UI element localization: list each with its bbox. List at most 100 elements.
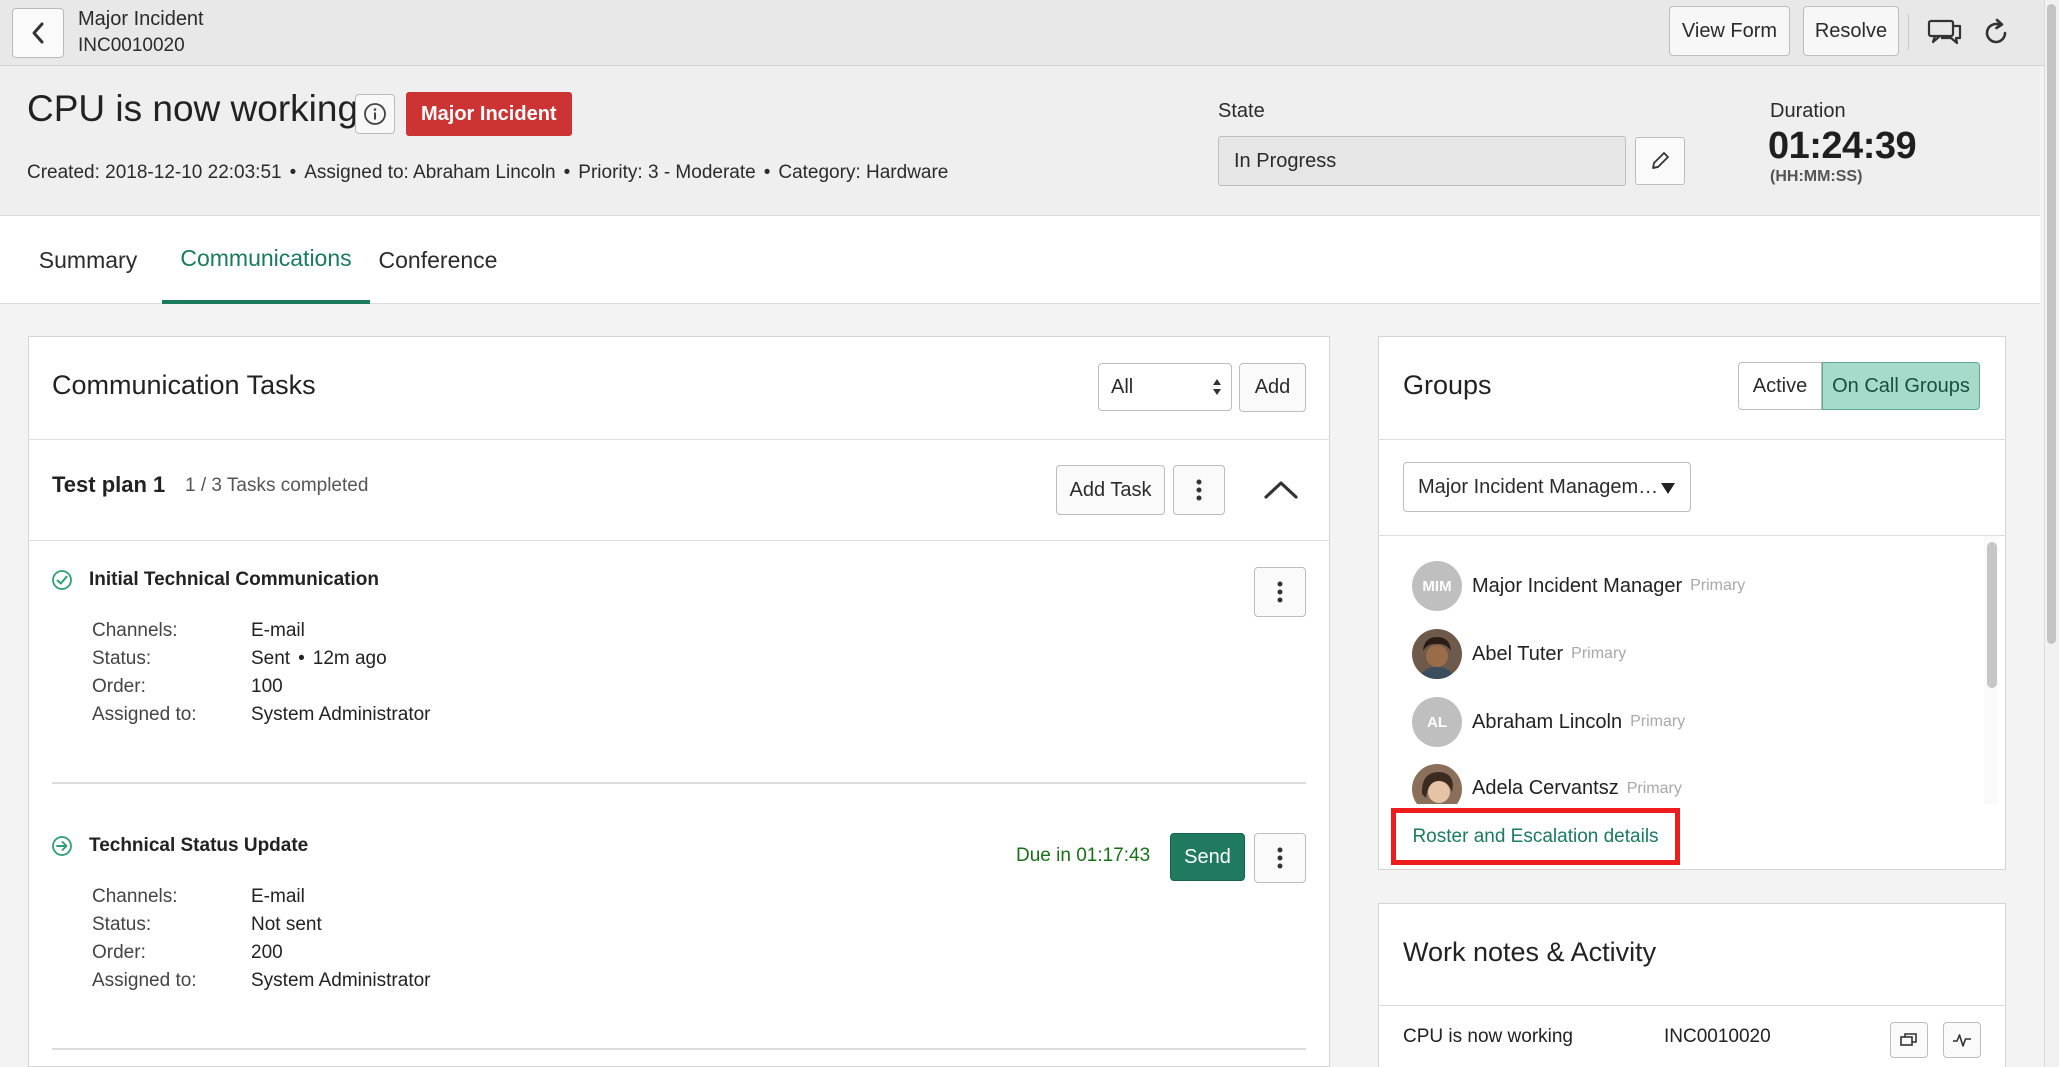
divider (1378, 439, 2006, 440)
state-field: In Progress (1218, 136, 1626, 186)
sort-arrows-icon (1213, 379, 1221, 395)
group-member[interactable]: AL Abraham Lincoln Primary (1412, 696, 1685, 748)
category: Category: Hardware (778, 162, 949, 183)
duration-unit: (HH:MM:SS) (1770, 168, 1863, 185)
chevron-left-icon (32, 22, 44, 44)
divider (1378, 1005, 2006, 1006)
order-value: 100 (251, 676, 283, 697)
check-circle-icon (52, 570, 72, 590)
task-title: Initial Technical Communication (89, 569, 379, 590)
task-more-button[interactable] (1254, 567, 1306, 617)
info-button[interactable] (355, 94, 395, 134)
divider (28, 540, 1330, 541)
conversation-icon[interactable] (1925, 14, 1965, 52)
member-role: Primary (1690, 577, 1746, 594)
task-filter-value: All (1111, 375, 1134, 398)
group-member[interactable]: MIM Major Incident Manager Primary (1412, 560, 1745, 612)
state-label: State (1218, 100, 1265, 122)
assigned-value: System Administrator (251, 704, 431, 725)
work-notes-record-number: INC0010020 (1664, 1026, 1771, 1047)
tab-communications[interactable]: Communications (162, 216, 370, 304)
priority: Priority: 3 - Moderate (578, 162, 756, 183)
roster-escalation-link[interactable]: Roster and Escalation details (1391, 808, 1680, 865)
created-date: Created: 2018-12-10 22:03:51 (27, 162, 282, 183)
add-communication-button[interactable]: Add (1239, 363, 1306, 412)
edit-state-button[interactable] (1635, 137, 1685, 185)
assigned-label: Assigned to: (92, 704, 197, 725)
duration-label: Duration (1770, 100, 1846, 122)
kebab-icon (1196, 479, 1202, 501)
add-task-button[interactable]: Add Task (1056, 465, 1165, 515)
tab-bar: Summary Communications Conference (0, 216, 2040, 304)
on-call-groups-toggle[interactable]: On Call Groups (1822, 362, 1980, 410)
incident-title: CPU is now working (27, 88, 359, 129)
channels-value: E-mail (251, 620, 305, 641)
groups-title: Groups (1403, 370, 1492, 400)
divider (52, 782, 1306, 784)
activity-button[interactable] (1943, 1022, 1981, 1058)
collapse-plan-button[interactable] (1262, 477, 1302, 507)
divider (1378, 535, 2006, 536)
channels-value: E-mail (251, 886, 305, 907)
kebab-icon (1277, 581, 1283, 603)
incident-header: CPU is now working Major Incident Create… (0, 66, 2040, 216)
send-button[interactable]: Send (1170, 833, 1245, 881)
info-icon (364, 103, 386, 125)
back-button[interactable] (12, 8, 64, 58)
group-member[interactable]: Adela Cervantsz Primary (1412, 764, 1682, 804)
work-notes-record-title: CPU is now working (1403, 1026, 1573, 1047)
view-form-button[interactable]: View Form (1669, 6, 1790, 56)
avatar: MIM (1412, 561, 1462, 611)
assigned-to: Assigned to: Abraham Lincoln (304, 162, 556, 183)
open-record-button[interactable] (1890, 1022, 1928, 1058)
member-role: Primary (1626, 780, 1682, 797)
status-value: Sent • 12m ago (251, 648, 387, 669)
task-more-button[interactable] (1254, 833, 1306, 883)
record-type-label: Major Incident (78, 8, 204, 30)
refresh-icon[interactable] (1976, 14, 2016, 52)
task-filter-select[interactable]: All (1098, 363, 1232, 411)
pencil-icon (1652, 152, 1669, 169)
avatar (1412, 764, 1462, 804)
plan-progress: 1 / 3 Tasks completed (185, 475, 369, 496)
active-toggle[interactable]: Active (1738, 362, 1822, 410)
toolbar-divider (1908, 14, 1909, 50)
order-value: 200 (251, 942, 283, 963)
incident-meta: Created: 2018-12-10 22:03:51 • Assigned to… (27, 162, 949, 183)
status-time: 12m ago (312, 648, 387, 669)
task-title: Technical Status Update (89, 835, 309, 856)
assigned-label: Assigned to: (92, 970, 197, 991)
member-role: Primary (1630, 713, 1686, 730)
caret-down-icon (1661, 483, 1675, 494)
member-name: Abraham Lincoln (1472, 710, 1623, 733)
status-label: Status: (92, 914, 152, 935)
arrow-circle-icon (52, 836, 72, 856)
top-bar: Major Incident INC0010020 View Form Reso… (0, 0, 2059, 66)
plan-title: Test plan 1 (52, 472, 166, 497)
resolve-button[interactable]: Resolve (1803, 6, 1899, 56)
channels-label: Channels: (92, 620, 178, 641)
status-value: Not sent (251, 914, 322, 935)
window-icon (1900, 1033, 1917, 1046)
order-label: Order: (92, 942, 146, 963)
avatar (1412, 629, 1462, 679)
group-member[interactable]: Abel Tuter Primary (1412, 628, 1626, 680)
chevron-up-icon (1264, 481, 1298, 499)
work-notes-title: Work notes & Activity (1403, 937, 1657, 967)
member-name: Major Incident Manager (1472, 574, 1683, 597)
plan-more-button[interactable] (1173, 465, 1225, 515)
page-scrollbar-thumb[interactable] (2047, 4, 2056, 644)
avatar: AL (1412, 697, 1462, 747)
tab-summary[interactable]: Summary (28, 216, 148, 304)
member-role: Primary (1571, 645, 1627, 662)
divider (28, 439, 1330, 440)
group-select[interactable]: Major Incident Managem… (1403, 462, 1691, 512)
assigned-value: System Administrator (251, 970, 431, 991)
tab-conference[interactable]: Conference (372, 216, 504, 304)
members-scrollbar-thumb[interactable] (1987, 542, 1997, 688)
order-label: Order: (92, 676, 146, 697)
duration-value: 01:24:39 (1768, 125, 1917, 167)
group-select-value: Major Incident Managem… (1418, 475, 1659, 498)
due-timer: Due in 01:17:43 (1016, 845, 1151, 866)
status-label: Status: (92, 648, 152, 669)
